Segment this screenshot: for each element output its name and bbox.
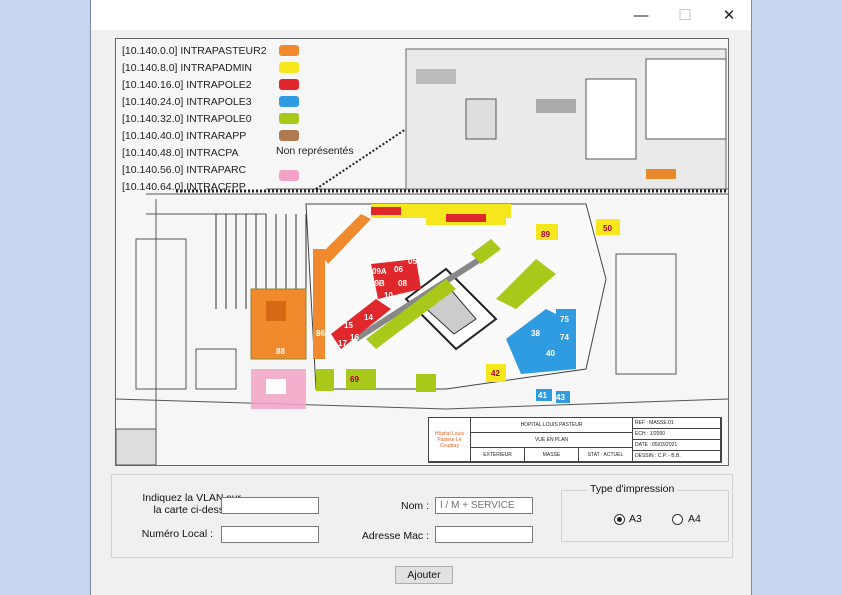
legend-item: [10.140.0.0] INTRAPASTEUR2 (122, 45, 267, 57)
building-label: 15 (344, 321, 353, 330)
legend-item: [10.140.64.0] INTRACFPP (122, 181, 246, 193)
building-label: 08 (398, 279, 407, 288)
building-label: 09A (372, 267, 387, 276)
building-label: 74 (560, 333, 569, 342)
title-view: VUE EN PLAN (471, 433, 633, 448)
building-label: 42 (491, 369, 500, 378)
close-button[interactable]: ✕ (707, 0, 751, 30)
legend-item: [10.140.16.0] INTRAPOLE2 (122, 79, 252, 91)
title-exterior: EXTERIEUR (471, 448, 525, 462)
legend-item: [10.140.8.0] INTRAPADMIN (122, 62, 252, 74)
title-masse: MASSE (525, 448, 579, 462)
building-label: 09B (370, 279, 385, 288)
campus-map: [10.140.0.0] INTRAPASTEUR2 [10.140.8.0] … (115, 38, 729, 466)
building-label: 40 (546, 349, 555, 358)
title-date: DATE : 05/03/2021 (633, 440, 721, 451)
non-represented-note: Non représentés (276, 145, 354, 157)
legend-swatch-red (279, 79, 299, 90)
building-label: 14 (364, 313, 373, 322)
building-label: 10 (384, 291, 393, 300)
minimize-button[interactable]: — (619, 0, 663, 30)
legend-swatch-brown (279, 130, 299, 141)
legend-swatch-green (279, 113, 299, 124)
building-label: 06 (394, 265, 403, 274)
hospital-logo: Hôpital Louis Pasteur Le Coudray (429, 418, 471, 462)
building-label: 86 (316, 329, 325, 338)
title-block: Hôpital Louis Pasteur Le Coudray HOPITAL… (428, 417, 722, 463)
legend-item: [10.140.32.0] INTRAPOLE0 (122, 113, 252, 125)
vlan-legend: [10.140.0.0] INTRAPASTEUR2 [10.140.8.0] … (122, 43, 267, 196)
building-label: 38 (531, 329, 540, 338)
legend-swatch-yellow (279, 62, 299, 73)
radio-a3-label[interactable]: A3 (629, 513, 642, 525)
main-window: — ☐ ✕ [10.140.0.0] INTRAPASTEUR2 [10.140… (90, 0, 752, 595)
nom-label: Nom : (400, 500, 429, 512)
building-label: 75 (560, 315, 569, 324)
building-label: 17 (338, 339, 347, 348)
title-design: DESSIN : C.P. - B.B. (633, 451, 721, 462)
legend-swatch-pink (279, 170, 299, 181)
building-label: 89 (541, 230, 550, 239)
building-label: 50 (603, 224, 612, 233)
building-label: 16 (350, 333, 359, 342)
local-label: Numéro Local : (141, 528, 213, 540)
add-button[interactable]: Ajouter (395, 566, 453, 584)
building-label: 43 (556, 393, 565, 402)
vlan-input[interactable] (221, 497, 319, 514)
legend-swatch-orange (279, 45, 299, 56)
maximize-button[interactable]: ☐ (663, 0, 707, 30)
title-bar: — ☐ ✕ (91, 0, 751, 30)
building-label: 05 (408, 257, 417, 266)
title-ref: REF : MASSE.01 (633, 418, 721, 429)
title-scale: ECH : 1/2000 (633, 429, 721, 440)
legend-item: [10.140.24.0] INTRAPOLE3 (122, 96, 252, 108)
nom-input[interactable] (435, 497, 533, 514)
title-stat: STAT : ACTUEL (579, 448, 633, 462)
building-label: 41 (538, 391, 547, 400)
mac-label: Adresse Mac : (361, 530, 429, 542)
legend-item: [10.140.56.0] INTRAPARC (122, 164, 247, 176)
radio-a4-label[interactable]: A4 (688, 513, 701, 525)
radio-a4[interactable] (672, 514, 683, 525)
radio-a3[interactable] (614, 514, 625, 525)
legend-item: [10.140.48.0] INTRACPA (122, 147, 239, 159)
title-hospital: HOPITAL LOUIS PASTEUR (471, 418, 633, 433)
building-label: 69 (350, 375, 359, 384)
print-type-title: Type d'impression (587, 483, 678, 495)
building-label: 88 (276, 347, 285, 356)
print-type-group (561, 490, 729, 542)
local-input[interactable] (221, 526, 319, 543)
legend-item: [10.140.40.0] INTRARAPP (122, 130, 247, 142)
mac-input[interactable] (435, 526, 533, 543)
legend-swatch-blue (279, 96, 299, 107)
